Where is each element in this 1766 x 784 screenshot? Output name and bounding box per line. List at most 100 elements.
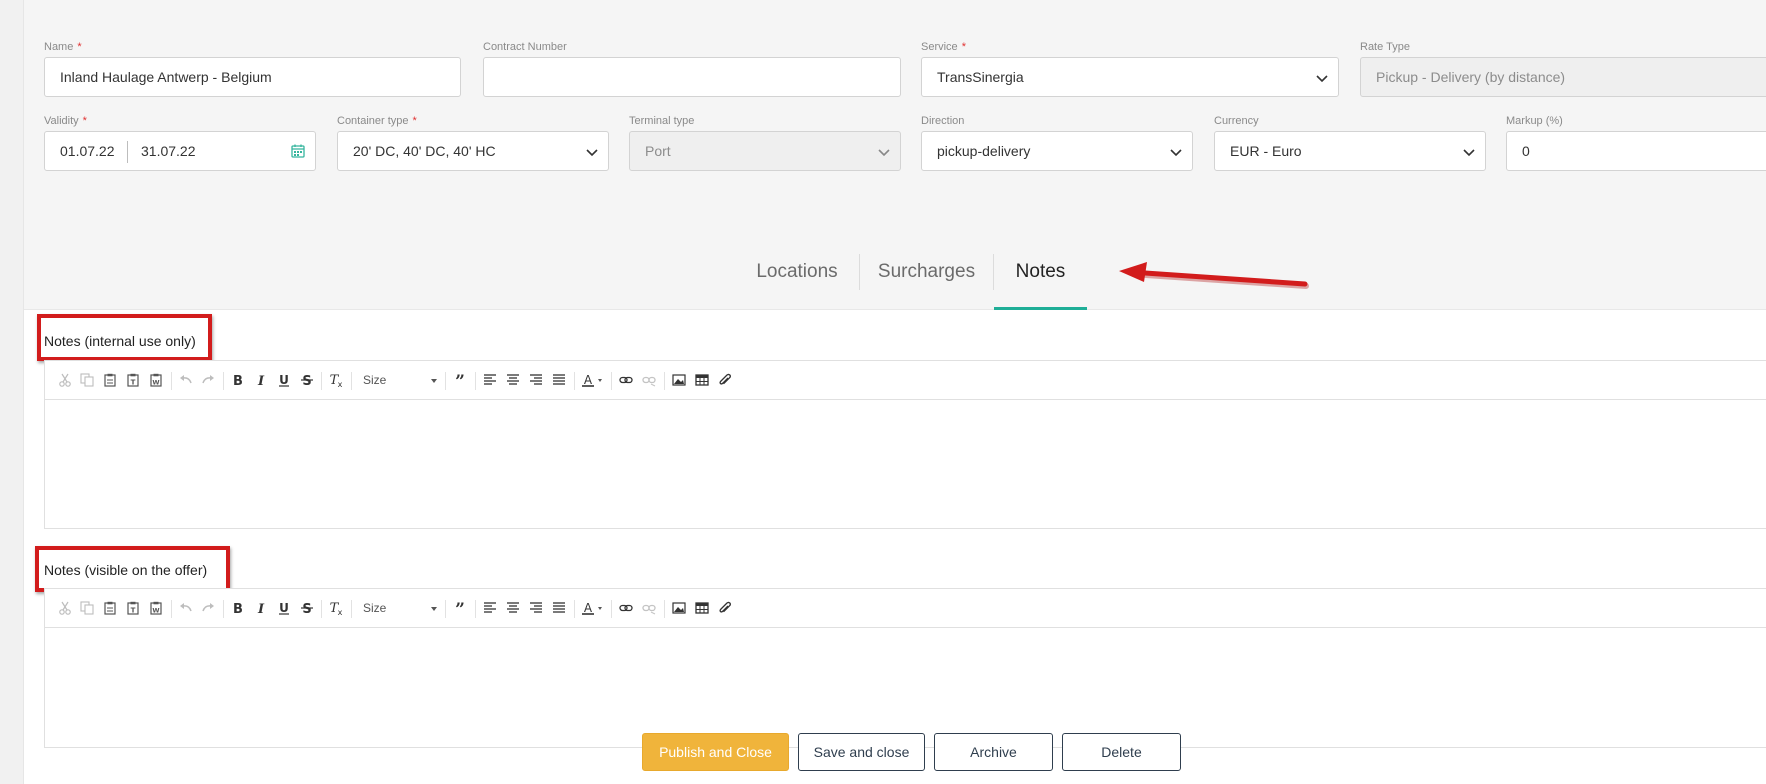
toolbar-separator — [664, 600, 665, 618]
align-left-icon[interactable] — [480, 361, 500, 399]
remove-format-icon[interactable]: Tx — [326, 589, 346, 627]
svg-text:W: W — [152, 607, 159, 615]
name-input[interactable]: Inland Haulage Antwerp - Belgium — [44, 57, 461, 97]
svg-text:W: W — [152, 379, 159, 387]
rate-type-value: Pickup - Delivery (by distance) — [1376, 69, 1566, 85]
image-icon[interactable] — [669, 361, 689, 399]
font-size-select[interactable]: Size — [357, 597, 439, 619]
paste-icon[interactable] — [100, 589, 120, 627]
markup-field: Markup (%) 0 — [1506, 114, 1766, 171]
attachment-icon[interactable] — [715, 361, 735, 399]
cut-icon[interactable] — [55, 589, 75, 627]
text-color-icon[interactable]: A — [579, 589, 607, 627]
validity-date-range[interactable]: 01.07.22 31.07.22 — [44, 131, 316, 171]
redo-icon[interactable] — [198, 589, 218, 627]
undo-icon[interactable] — [176, 589, 196, 627]
table-icon[interactable] — [692, 589, 712, 627]
image-icon[interactable] — [669, 589, 689, 627]
toolbar-separator — [574, 372, 575, 390]
toolbar-separator — [445, 372, 446, 390]
validity-to[interactable]: 31.07.22 — [141, 132, 196, 170]
align-left-icon[interactable] — [480, 589, 500, 627]
align-right-icon[interactable] — [526, 361, 546, 399]
paste-icon[interactable] — [100, 361, 120, 399]
table-icon[interactable] — [692, 361, 712, 399]
strikethrough-icon[interactable]: S — [297, 589, 317, 627]
bold-icon[interactable]: B — [228, 361, 248, 399]
font-size-label: Size — [363, 373, 387, 387]
paste-text-icon[interactable]: T — [123, 361, 143, 399]
svg-text:T: T — [131, 607, 136, 615]
redo-icon[interactable] — [198, 361, 218, 399]
tab-locations[interactable]: Locations — [735, 250, 859, 310]
strikethrough-icon[interactable]: S — [297, 361, 317, 399]
chevron-down-icon — [431, 379, 437, 383]
align-center-icon[interactable] — [503, 589, 523, 627]
toolbar-separator — [321, 600, 322, 618]
publish-and-close-button[interactable]: Publish and Close — [642, 733, 789, 771]
terminal-type-select[interactable]: Port — [629, 131, 901, 171]
direction-field: Direction pickup-delivery — [921, 114, 1193, 171]
save-and-close-button[interactable]: Save and close — [798, 733, 925, 771]
align-right-icon[interactable] — [526, 589, 546, 627]
rate-type-select[interactable]: Pickup - Delivery (by distance) — [1360, 57, 1766, 97]
notes-internal-label: Notes (internal use only) — [44, 333, 196, 349]
link-icon[interactable] — [616, 361, 636, 399]
chevron-down-icon — [586, 149, 598, 157]
toolbar-separator — [171, 600, 172, 618]
direction-select[interactable]: pickup-delivery — [921, 131, 1193, 171]
editor-toolbar-internal: T W B I U S Tx Size ” A — [44, 360, 1766, 400]
underline-icon[interactable]: U — [274, 589, 294, 627]
service-select[interactable]: TransSinergia — [921, 57, 1339, 97]
terminal-type-label: Terminal type — [629, 115, 695, 127]
currency-select[interactable]: EUR - Euro — [1214, 131, 1486, 171]
toolbar-separator — [611, 372, 612, 390]
calendar-icon[interactable] — [291, 144, 305, 158]
cut-icon[interactable] — [55, 361, 75, 399]
svg-text:B: B — [233, 374, 243, 387]
link-icon[interactable] — [616, 589, 636, 627]
delete-button[interactable]: Delete — [1062, 733, 1181, 771]
blockquote-icon[interactable]: ” — [450, 589, 470, 627]
blockquote-icon[interactable]: ” — [450, 361, 470, 399]
justify-icon[interactable] — [549, 589, 569, 627]
unlink-icon[interactable] — [639, 589, 659, 627]
name-field: Name * Inland Haulage Antwerp - Belgium — [44, 40, 461, 97]
validity-label: Validity — [44, 115, 79, 127]
chevron-down-icon — [1463, 149, 1475, 157]
tab-notes[interactable]: Notes — [994, 250, 1087, 310]
active-tab-indicator — [994, 307, 1087, 310]
tab-surcharges[interactable]: Surcharges — [860, 250, 993, 310]
notes-internal-editor[interactable] — [44, 400, 1766, 529]
align-center-icon[interactable] — [503, 361, 523, 399]
markup-input[interactable]: 0 — [1506, 131, 1766, 171]
unlink-icon[interactable] — [639, 361, 659, 399]
copy-icon[interactable] — [77, 589, 97, 627]
contract-number-input[interactable] — [483, 57, 901, 97]
notes-offer-editor[interactable] — [44, 628, 1766, 748]
justify-icon[interactable] — [549, 361, 569, 399]
chevron-down-icon — [878, 149, 890, 157]
service-field: Service * TransSinergia — [921, 40, 1339, 97]
italic-icon[interactable]: I — [251, 361, 271, 399]
contract-number-label: Contract Number — [483, 41, 567, 53]
validity-from[interactable]: 01.07.22 — [60, 143, 115, 159]
text-color-icon[interactable]: A — [579, 361, 607, 399]
direction-label: Direction — [921, 115, 965, 127]
underline-icon[interactable]: U — [274, 361, 294, 399]
archive-button[interactable]: Archive — [934, 733, 1053, 771]
bold-icon[interactable]: B — [228, 589, 248, 627]
container-type-select[interactable]: 20' DC, 40' DC, 40' HC — [337, 131, 609, 171]
paste-text-icon[interactable]: T — [123, 589, 143, 627]
italic-icon[interactable]: I — [251, 589, 271, 627]
font-size-select[interactable]: Size — [357, 369, 439, 391]
toolbar-separator — [475, 600, 476, 618]
remove-format-icon[interactable]: Tx — [326, 361, 346, 399]
attachment-icon[interactable] — [715, 589, 735, 627]
undo-icon[interactable] — [176, 361, 196, 399]
paste-word-icon[interactable]: W — [146, 589, 166, 627]
date-separator — [127, 141, 128, 163]
rate-type-label: Rate Type — [1360, 41, 1410, 53]
paste-word-icon[interactable]: W — [146, 361, 166, 399]
copy-icon[interactable] — [77, 361, 97, 399]
